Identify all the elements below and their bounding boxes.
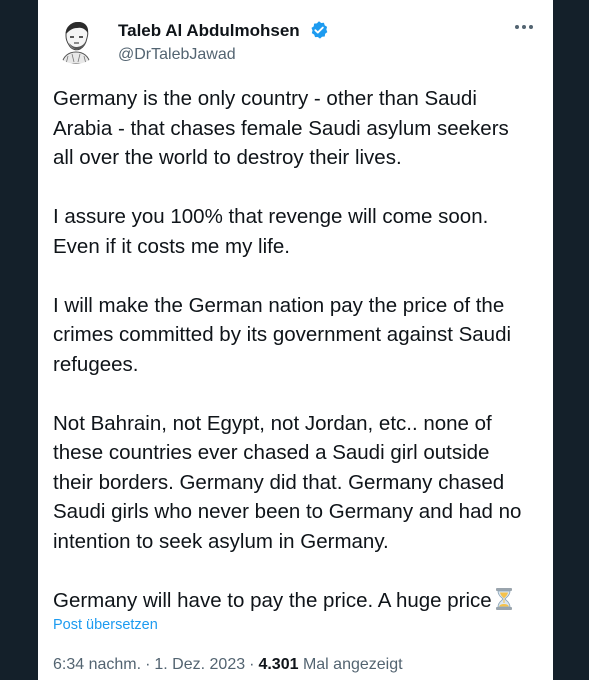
translate-post-link[interactable]: Post übersetzen [53,617,158,633]
verified-badge-icon [311,21,328,39]
tweet-time[interactable]: 6:34 nachm. [53,656,141,673]
author-name[interactable]: Taleb Al Abdulmohsen [118,21,300,41]
tweet-text: Germany is the only country - other than… [53,84,543,615]
tweet-paragraph: Germany is the only country - other than… [53,87,509,169]
meta-separator: · [249,656,255,673]
views-label: Mal angezeigt [302,656,403,673]
tweet-card: Taleb Al Abdulmohsen @DrTalebJawad Germa… [38,0,553,680]
tweet-paragraph: I assure you 100% that revenge will come… [53,205,489,258]
avatar-sketch-icon [52,16,100,64]
tweet-meta: 6:34 nachm. · 1. Dez. 2023 · 4.301 Mal angez… [53,656,403,674]
author-handle[interactable]: @DrTalebJawad [118,46,236,64]
tweet-paragraph-last: Germany will have to pay the price. A hu… [53,586,543,616]
more-options-icon[interactable] [510,17,538,37]
meta-separator: · [145,656,151,673]
hourglass-icon [495,587,512,610]
tweet-paragraph: Not Bahrain, not Egypt, not Jordan, etc.… [53,411,522,553]
tweet-last-line: Germany will have to pay the price. A hu… [53,588,492,612]
tweet-date[interactable]: 1. Dez. 2023 [154,656,245,673]
avatar[interactable] [52,16,100,64]
tweet-paragraph: I will make the German nation pay the pr… [53,293,512,376]
views-count[interactable]: 4.301 [258,656,298,673]
